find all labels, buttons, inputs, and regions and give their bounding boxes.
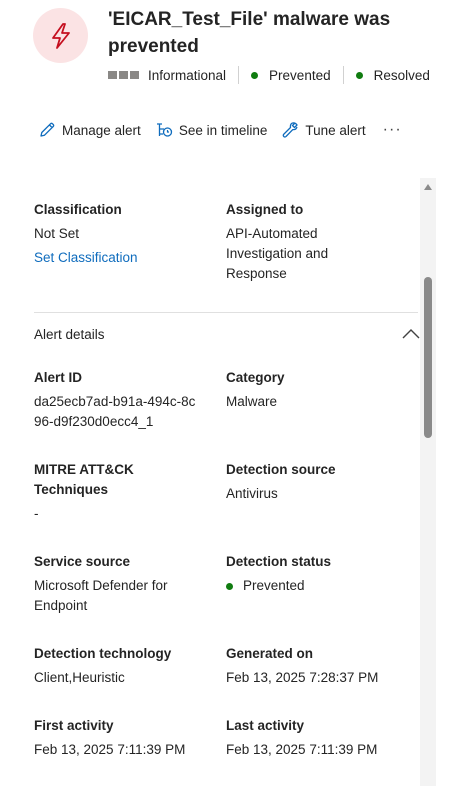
first-activity-value: Feb 13, 2025 7:11:39 PM xyxy=(34,742,186,757)
set-classification-link[interactable]: Set Classification xyxy=(34,248,138,268)
alert-bolt-icon xyxy=(33,8,88,63)
manage-alert-label: Manage alert xyxy=(62,122,141,138)
last-activity-label: Last activity xyxy=(226,718,305,733)
mitre-techniques-label: MITRE ATT&CK Techniques xyxy=(34,462,134,497)
alert-status-row: Informational Prevented Resolved xyxy=(108,66,430,84)
alert-id-label: Alert ID xyxy=(34,370,83,385)
alert-status-label: Resolved xyxy=(373,67,430,83)
scrollbar-thumb[interactable] xyxy=(424,277,432,438)
detection-source-label: Detection source xyxy=(226,462,336,477)
manage-alert-button[interactable]: Manage alert xyxy=(38,121,141,139)
detection-status-field: Prevented xyxy=(226,576,305,596)
scroll-up-arrow-icon[interactable] xyxy=(424,184,432,190)
category-label: Category xyxy=(226,370,285,385)
generated-on-label: Generated on xyxy=(226,646,314,661)
service-source-value: Microsoft Defender for Endpoint xyxy=(34,578,168,613)
pencil-icon xyxy=(40,122,55,137)
alert-header: 'EICAR_Test_File' malware was prevented … xyxy=(0,0,463,100)
classification-value: Not Set xyxy=(34,226,80,241)
generated-on-value: Feb 13, 2025 7:28:37 PM xyxy=(226,670,379,685)
chevron-up-icon[interactable] xyxy=(402,328,420,340)
classification-label: Classification xyxy=(34,202,122,217)
severity-bars-icon xyxy=(108,71,139,79)
last-activity-value: Feb 13, 2025 7:11:39 PM xyxy=(226,742,378,757)
alert-toolbar: Manage alert See in timeline Tune alert … xyxy=(38,119,402,141)
section-divider xyxy=(34,312,418,313)
alert-details-panel: Classification Not Set Set Classificatio… xyxy=(0,178,420,786)
detection-technology-value: Client,Heuristic xyxy=(34,670,125,685)
resolved-dot-icon xyxy=(355,71,363,79)
severity-label: Informational xyxy=(148,67,227,83)
detection-status-field-value: Prevented xyxy=(243,578,305,593)
prevented-dot-icon xyxy=(226,582,233,590)
assigned-to-label: Assigned to xyxy=(226,202,304,217)
assigned-to-value: API-Automated Investigation and Response xyxy=(226,226,329,281)
tune-alert-button[interactable]: Tune alert xyxy=(281,121,366,139)
see-in-timeline-label: See in timeline xyxy=(178,122,268,138)
wrench-icon xyxy=(282,122,299,138)
tune-alert-label: Tune alert xyxy=(305,122,366,138)
status-separator xyxy=(342,66,344,84)
status-separator xyxy=(238,66,240,84)
service-source-label: Service source xyxy=(34,554,131,569)
alert-title: 'EICAR_Test_File' malware was prevented xyxy=(108,9,391,57)
prevented-dot-icon xyxy=(251,71,259,79)
alert-id-value: da25ecb7ad-b91a-494c-8c96-d9f230d0ecc4_1 xyxy=(34,394,196,429)
see-in-timeline-button[interactable]: See in timeline xyxy=(155,121,268,139)
category-value: Malware xyxy=(226,394,278,409)
vertical-scrollbar[interactable] xyxy=(420,178,436,786)
detection-source-value: Antivirus xyxy=(226,486,278,501)
detection-status-label: Prevented xyxy=(269,67,331,83)
alert-details-section-title: Alert details xyxy=(34,327,105,342)
timeline-icon xyxy=(156,123,172,137)
detection-status-field-label: Detection status xyxy=(226,554,332,569)
more-options-icon[interactable]: ··· xyxy=(383,121,402,139)
detection-technology-label: Detection technology xyxy=(34,646,172,661)
mitre-techniques-value: - xyxy=(34,506,39,521)
first-activity-label: First activity xyxy=(34,718,114,733)
